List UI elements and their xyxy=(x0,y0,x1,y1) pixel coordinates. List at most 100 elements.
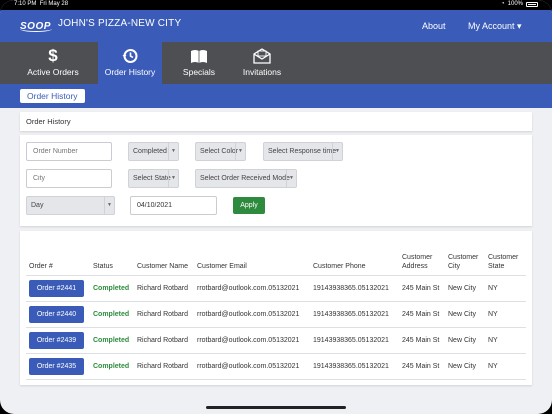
battery-icon xyxy=(526,1,538,7)
date-input[interactable] xyxy=(130,196,217,215)
order-cell: Order #2435 xyxy=(26,353,90,380)
chevron-down-icon: ▼ xyxy=(104,197,114,214)
tab-order-history[interactable]: Order History xyxy=(98,42,162,84)
apply-button[interactable]: Apply xyxy=(233,197,265,214)
status-time: 7:10 PM Fri May 28 xyxy=(14,1,69,7)
col-address: Customer Address xyxy=(399,248,445,276)
store-name: JOHN'S PIZZA-NEW CITY xyxy=(58,18,182,29)
order-cell: Order #2440 xyxy=(26,301,90,328)
order-button-2441[interactable]: Order #2441 xyxy=(29,279,84,297)
status-right: ◔ 100% xyxy=(501,1,538,7)
home-indicator[interactable] xyxy=(206,406,346,409)
chevron-down-icon: ▼ xyxy=(332,143,342,160)
order-number-input[interactable] xyxy=(26,142,112,161)
email-cell: rrotbard@outlook.com.05132021 xyxy=(194,327,310,354)
address-cell: 245 Main St xyxy=(399,327,445,354)
tab-label: Active Orders xyxy=(27,67,79,77)
table-row: Order #2441 Completed Richard Rotbard rr… xyxy=(26,275,526,302)
tab-active-orders[interactable]: $ Active Orders xyxy=(18,42,88,84)
tab-invitations[interactable]: Invitations xyxy=(234,42,290,84)
received-mode-select-value: Select Order Received Mode xyxy=(200,175,290,182)
logo-swoosh-icon xyxy=(20,26,52,32)
status-cell: Completed xyxy=(90,327,134,354)
table-row: Order #2439 Completed Richard Rotbard rr… xyxy=(26,327,526,354)
book-icon xyxy=(172,42,226,64)
response-time-select[interactable]: Select Response time ▼ xyxy=(263,142,343,161)
orders-table-card: Order # Status Customer Name Customer Em… xyxy=(20,231,532,385)
color-select-value: Select Color xyxy=(200,148,239,155)
history-icon xyxy=(98,42,162,64)
phone-cell: 19143938365.05132021 xyxy=(310,327,399,354)
envelope-icon xyxy=(234,42,290,64)
tab-label: Specials xyxy=(182,67,216,77)
about-link[interactable]: About xyxy=(422,21,446,31)
status-date: Fri May 28 xyxy=(39,1,69,7)
table-row: Order #2435 Completed Richard Rotbard rr… xyxy=(26,353,526,380)
orders-table: Order # Status Customer Name Customer Em… xyxy=(26,248,526,380)
app-window: 7:10 PM Fri May 28 ◔ 100% SOOP JOHN'S PI… xyxy=(0,0,552,414)
period-select[interactable]: Day ▼ xyxy=(26,196,115,215)
status-select[interactable]: Completed ▼ xyxy=(128,142,179,161)
status-bar: 7:10 PM Fri May 28 ◔ 100% xyxy=(0,0,552,10)
state-cell: NY xyxy=(485,327,526,354)
state-select-value: Select State xyxy=(133,175,171,182)
city-input[interactable] xyxy=(26,169,112,188)
state-cell: NY xyxy=(485,301,526,328)
tab-label: Order History xyxy=(104,67,156,77)
soop-logo[interactable]: SOOP xyxy=(20,16,54,34)
status-cell: Completed xyxy=(90,275,134,302)
top-header: SOOP JOHN'S PIZZA-NEW CITY About My Acco… xyxy=(0,10,552,42)
table-row: Order #2440 Completed Richard Rotbard rr… xyxy=(26,301,526,328)
phone-cell: 19143938365.05132021 xyxy=(310,275,399,302)
city-cell: New City xyxy=(445,275,485,302)
page-title: Order History xyxy=(20,112,532,131)
email-cell: rrotbard@outlook.com.05132021 xyxy=(194,353,310,380)
col-name: Customer Name xyxy=(134,248,194,276)
tab-label: Invitations xyxy=(242,67,282,77)
col-city: Customer City xyxy=(445,248,485,276)
col-status: Status xyxy=(90,248,134,276)
breadcrumb-order-history[interactable]: Order History xyxy=(20,89,85,103)
email-cell: rrotbard@outlook.com.05132021 xyxy=(194,275,310,302)
wifi-icon: ◔ xyxy=(501,1,505,7)
battery-percent: 100% xyxy=(507,1,523,7)
phone-cell: 19143938365.05132021 xyxy=(310,301,399,328)
response-time-select-value: Select Response time xyxy=(268,148,337,155)
order-cell: Order #2441 xyxy=(26,275,90,302)
svg-text:$: $ xyxy=(48,46,58,64)
name-cell: Richard Rotbard xyxy=(134,275,194,302)
chevron-down-icon: ▼ xyxy=(235,143,245,160)
address-cell: 245 Main St xyxy=(399,353,445,380)
col-order: Order # xyxy=(26,248,90,276)
my-account-dropdown[interactable]: My Account ▾ xyxy=(468,21,522,32)
city-cell: New City xyxy=(445,353,485,380)
city-cell: New City xyxy=(445,327,485,354)
state-cell: NY xyxy=(485,275,526,302)
chevron-down-icon: ▼ xyxy=(168,170,178,187)
status-select-value: Completed xyxy=(133,148,167,155)
table-header-row: Order # Status Customer Name Customer Em… xyxy=(26,248,526,276)
order-button-2440[interactable]: Order #2440 xyxy=(29,305,84,323)
period-select-value: Day xyxy=(31,202,44,209)
dollar-icon: $ xyxy=(18,42,88,64)
chevron-down-icon: ▼ xyxy=(286,170,296,187)
order-cell: Order #2439 xyxy=(26,327,90,354)
address-cell: 245 Main St xyxy=(399,301,445,328)
color-select[interactable]: Select Color ▼ xyxy=(195,142,246,161)
received-mode-select[interactable]: Select Order Received Mode ▼ xyxy=(195,169,297,188)
tab-specials[interactable]: Specials xyxy=(172,42,226,84)
name-cell: Richard Rotbard xyxy=(134,353,194,380)
order-button-2435[interactable]: Order #2435 xyxy=(29,357,84,375)
state-select[interactable]: Select State ▼ xyxy=(128,169,179,188)
col-email: Customer Email xyxy=(194,248,310,276)
status-cell: Completed xyxy=(90,353,134,380)
order-button-2439[interactable]: Order #2439 xyxy=(29,331,84,349)
status-cell: Completed xyxy=(90,301,134,328)
phone-cell: 19143938365.05132021 xyxy=(310,353,399,380)
col-state: Customer State xyxy=(485,248,526,276)
city-cell: New City xyxy=(445,301,485,328)
name-cell: Richard Rotbard xyxy=(134,327,194,354)
main-tabbar: $ Active Orders Order History Specials I… xyxy=(0,42,552,84)
email-cell: rrotbard@outlook.com.05132021 xyxy=(194,301,310,328)
col-phone: Customer Phone xyxy=(310,248,399,276)
